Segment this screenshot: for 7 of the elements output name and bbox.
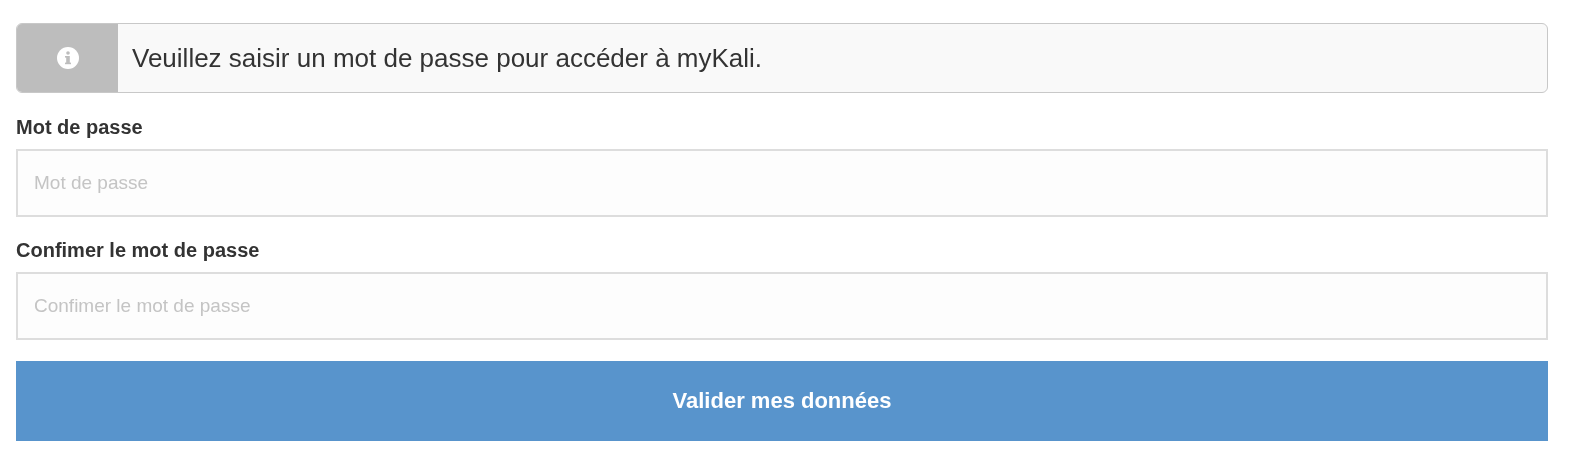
- alert-message: Veuillez saisir un mot de passe pour accéder à myKali.: [131, 41, 763, 75]
- password-field[interactable]: Mot de passe: [16, 149, 1548, 217]
- info-icon: [56, 47, 79, 69]
- password-field[interactable]: Confimer le mot de passe: [16, 272, 1548, 340]
- submit-button[interactable]: Valider mes données: [16, 361, 1548, 441]
- field-label: Confimer le mot de passe: [16, 239, 261, 262]
- field-label: Mot de passe: [16, 116, 144, 139]
